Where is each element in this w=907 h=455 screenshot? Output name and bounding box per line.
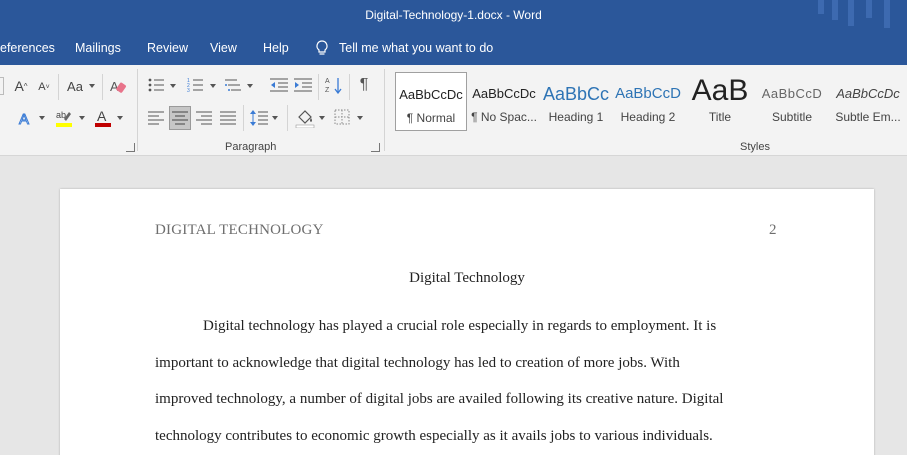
style-label: ¶ Normal (406, 111, 456, 125)
tell-me-label: Tell me what you want to do (339, 41, 494, 55)
highlight-color-icon[interactable]: ab (54, 107, 74, 129)
sort-icon[interactable]: AZ (325, 76, 343, 94)
chevron-down-icon[interactable] (272, 116, 278, 120)
running-head: DIGITAL TECHNOLOGY (155, 222, 324, 238)
style-sample: AaBbCc (542, 84, 610, 104)
document-page[interactable]: DIGITAL TECHNOLOGY 2 Digital Technology … (60, 189, 874, 455)
increase-indent-icon[interactable] (294, 77, 312, 93)
body-line: Digital technology has played a crucial … (203, 318, 717, 334)
svg-text:A: A (19, 111, 29, 127)
align-center-icon[interactable] (169, 106, 191, 130)
align-left-icon[interactable] (147, 109, 165, 127)
style-title[interactable]: AaB Title (685, 72, 755, 131)
divider (102, 74, 103, 100)
svg-text:A: A (325, 78, 330, 85)
chevron-down-icon[interactable] (247, 84, 253, 88)
styles-group-label: Styles (740, 141, 770, 153)
style-sample: AaB (691, 74, 749, 107)
chevron-down-icon[interactable] (117, 116, 123, 120)
chevron-down-icon[interactable] (210, 84, 216, 88)
style-sample: AaBbCcDc (399, 87, 463, 102)
style-normal[interactable]: AaBbCcDc ¶ Normal (395, 72, 467, 131)
ribbon-tabs: eferences Mailings Review View Help Tell… (0, 32, 907, 65)
decrease-indent-icon[interactable] (270, 77, 288, 93)
group-divider (137, 69, 138, 151)
ribbon: A ^ A ˅ Aa A A ab A 123 AZ ¶ Paragraph A… (0, 65, 907, 156)
style-sample: AaBbCcDc (836, 86, 900, 101)
svg-text:3: 3 (187, 88, 190, 93)
style-subtle-emphasis[interactable]: AaBbCcDc Subtle Em... (829, 72, 907, 131)
style-label: ¶ No Spac... (471, 110, 537, 124)
change-case-icon[interactable]: Aa (64, 77, 86, 95)
group-divider (384, 69, 385, 151)
text-effects-icon[interactable]: A (16, 108, 36, 128)
numbering-icon[interactable]: 123 (187, 77, 203, 93)
titlebar-pattern (884, 0, 890, 28)
tell-me-search[interactable]: Tell me what you want to do (315, 40, 493, 56)
style-sample: AaBbCcD (761, 86, 823, 101)
font-dialog-launcher[interactable] (126, 143, 135, 152)
borders-icon[interactable] (333, 108, 351, 126)
titlebar-pattern (866, 0, 872, 18)
chevron-down-icon[interactable] (170, 84, 176, 88)
paragraph-group-label: Paragraph (225, 141, 277, 153)
lightbulb-icon (315, 40, 329, 56)
style-subtitle[interactable]: AaBbCcD Subtitle (757, 72, 827, 131)
titlebar-pattern (818, 0, 824, 14)
body-line: important to acknowledge that digital te… (155, 355, 680, 371)
font-size-box[interactable] (0, 77, 4, 95)
multilevel-list-icon[interactable] (225, 77, 241, 93)
align-right-icon[interactable] (195, 109, 213, 127)
tab-review[interactable]: Review (147, 41, 188, 55)
window-title: Digital-Technology-1.docx - Word (365, 8, 542, 22)
shading-icon[interactable] (295, 107, 315, 129)
style-heading-1[interactable]: AaBbCc Heading 1 (541, 72, 611, 131)
style-label: Heading 2 (620, 110, 676, 124)
styles-gallery: AaBbCcDc ¶ Normal AaBbCcDc ¶ No Spac... … (394, 70, 907, 132)
bullets-icon[interactable] (148, 77, 164, 93)
chevron-down-icon[interactable] (89, 84, 95, 88)
svg-text:A: A (97, 108, 107, 124)
style-sample: AaBbCcDc (472, 86, 536, 101)
style-no-spacing[interactable]: AaBbCcDc ¶ No Spac... (469, 72, 539, 131)
chevron-down-icon[interactable] (79, 116, 85, 120)
page-number: 2 (769, 222, 777, 238)
tab-references[interactable]: eferences (0, 41, 55, 55)
svg-text:Z: Z (325, 87, 330, 94)
titlebar-pattern (832, 0, 838, 20)
divider (287, 105, 288, 131)
tab-help[interactable]: Help (263, 41, 289, 55)
body-line: improved technology, a number of digital… (155, 391, 724, 407)
style-label: Heading 1 (548, 110, 604, 124)
grow-font-icon[interactable]: A ^ (12, 77, 30, 95)
clear-formatting-icon[interactable]: A (109, 76, 127, 96)
divider (318, 74, 319, 100)
svg-text:A: A (110, 79, 119, 94)
font-color-icon[interactable]: A (93, 107, 113, 129)
chevron-down-icon[interactable] (319, 116, 325, 120)
chevron-down-icon[interactable] (357, 116, 363, 120)
line-spacing-icon[interactable] (250, 108, 268, 128)
body-line: technology contributes to economic growt… (155, 428, 713, 444)
style-label: Subtitle (771, 110, 813, 124)
style-label: Subtle Em... (835, 110, 901, 124)
style-label: Title (708, 110, 732, 124)
justify-icon[interactable] (219, 109, 237, 127)
style-sample: AaBbCcD (615, 85, 681, 102)
style-heading-2[interactable]: AaBbCcD Heading 2 (613, 72, 683, 131)
document-title: Digital Technology (409, 270, 525, 286)
paragraph-dialog-launcher[interactable] (371, 143, 380, 152)
titlebar-pattern (848, 0, 854, 26)
tab-view[interactable]: View (210, 41, 237, 55)
tab-mailings[interactable]: Mailings (75, 41, 121, 55)
shrink-font-icon[interactable]: A ˅ (36, 78, 52, 96)
show-formatting-icon[interactable]: ¶ (356, 75, 372, 95)
title-bar: Digital-Technology-1.docx - Word (0, 0, 907, 32)
divider (243, 105, 244, 131)
divider (58, 74, 59, 100)
divider (349, 74, 350, 100)
chevron-down-icon[interactable] (39, 116, 45, 120)
